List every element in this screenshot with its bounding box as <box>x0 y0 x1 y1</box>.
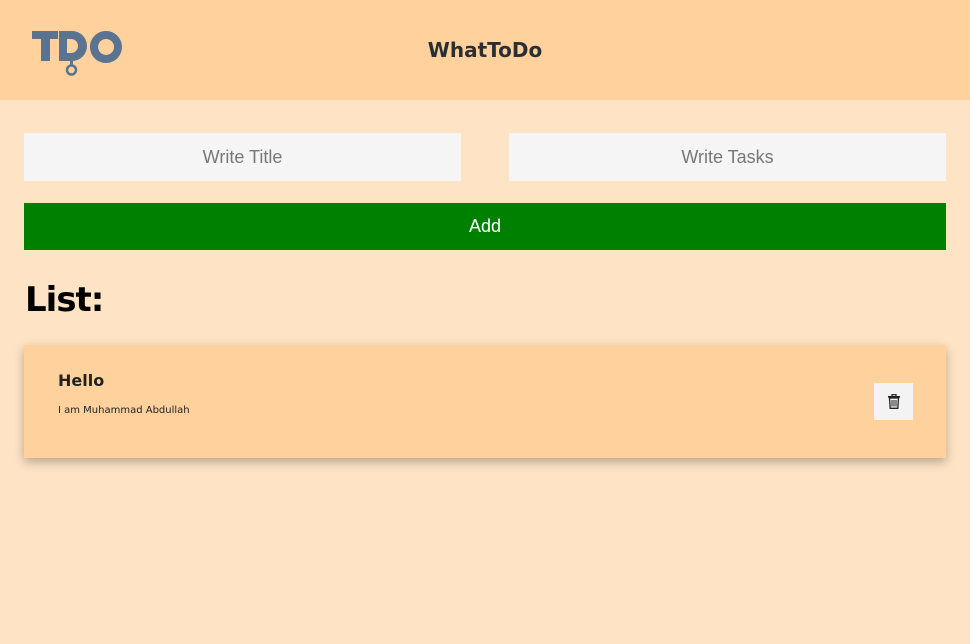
trash-icon <box>887 394 900 409</box>
title-input[interactable] <box>24 133 461 181</box>
app-title: WhatToDo <box>427 38 543 62</box>
task-description: I am Muhammad Abdullah <box>58 405 190 416</box>
list-item: Hello I am Muhammad Abdullah <box>24 345 946 458</box>
delete-button[interactable] <box>874 383 913 420</box>
add-button[interactable]: Add <box>24 203 946 250</box>
tasks-input[interactable] <box>509 133 946 181</box>
list-heading: List: <box>25 280 104 320</box>
task-title: Hello <box>58 371 105 390</box>
app-header: WhatToDo <box>0 0 970 100</box>
